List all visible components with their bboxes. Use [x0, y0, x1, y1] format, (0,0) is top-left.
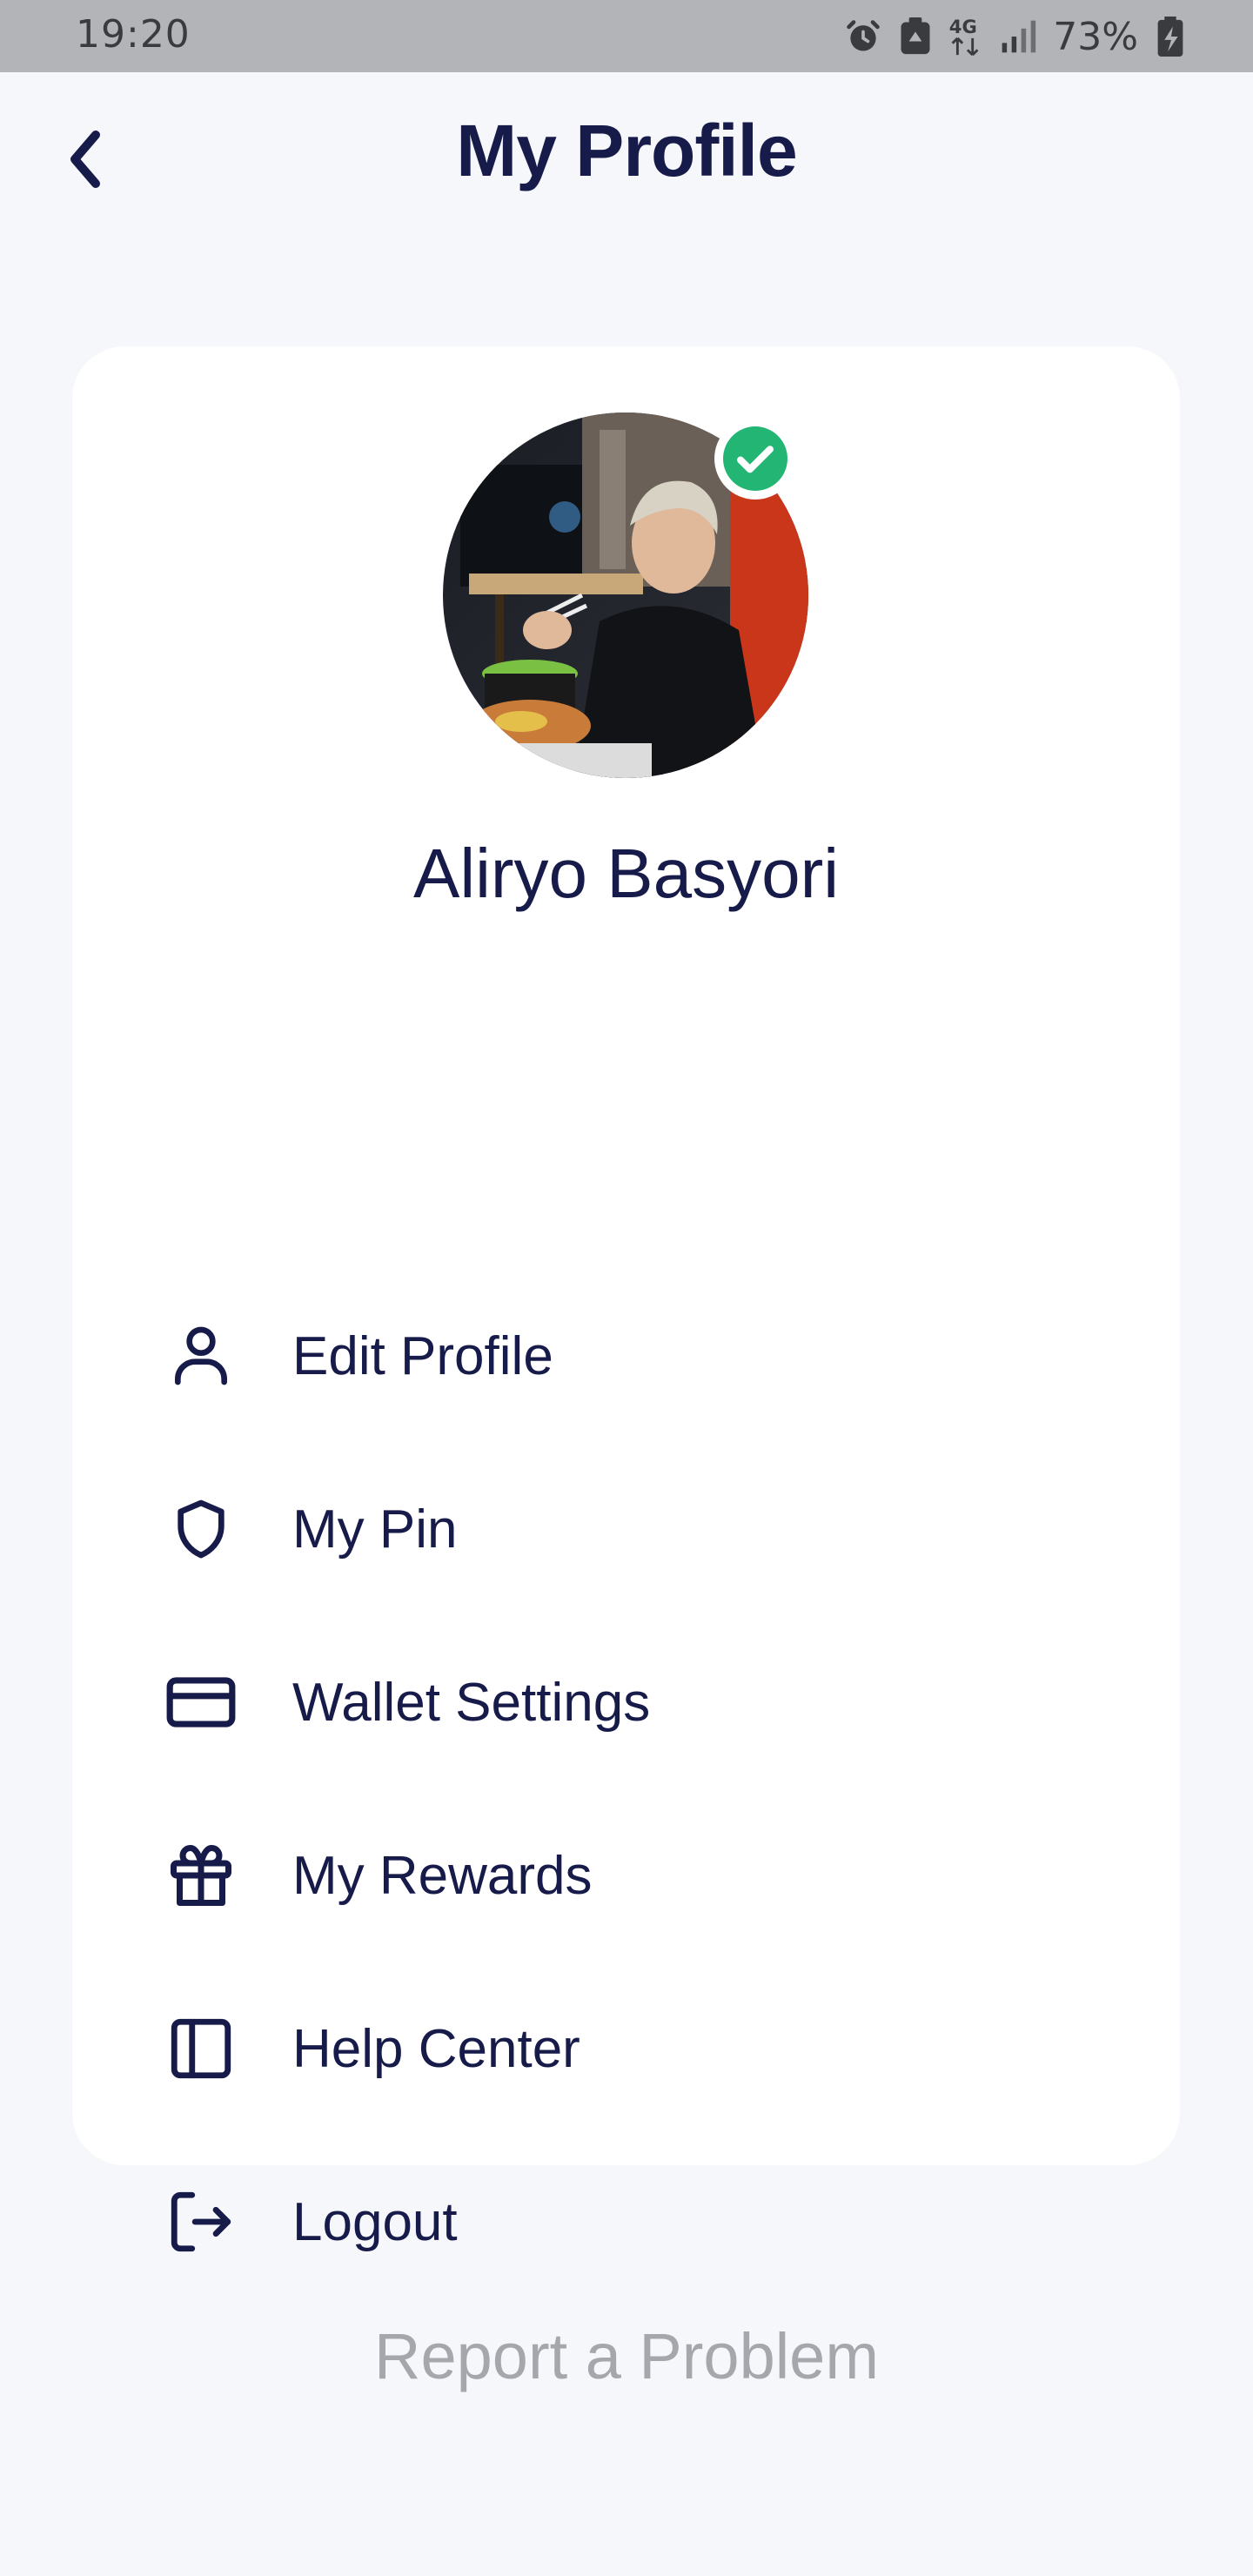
- menu-label: Wallet Settings: [292, 1672, 651, 1733]
- alarm-icon: [847, 20, 880, 51]
- status-icons: 4G 73%: [844, 12, 1183, 61]
- menu-label: Logout: [292, 2191, 458, 2252]
- avatar-container: [443, 413, 808, 778]
- sidebar-panel-icon: [157, 2005, 245, 2092]
- menu-label: My Pin: [292, 1499, 458, 1560]
- menu-label: Help Center: [292, 2018, 580, 2079]
- profile-card: Aliryo Basyori Edit Profile My Pin Walle…: [72, 346, 1180, 2252]
- menu-label: Edit Profile: [292, 1325, 553, 1386]
- network-4g-icon: 4G: [949, 16, 979, 57]
- status-bar: 19:20 4G 73%: [0, 0, 1253, 72]
- menu-item-my-rewards[interactable]: My Rewards: [72, 1806, 1180, 1945]
- check-circle-icon: [723, 426, 787, 491]
- verified-badge: [714, 418, 796, 500]
- gift-icon: [157, 1832, 245, 1919]
- recycle-icon: [901, 17, 930, 55]
- user-name: Aliryo Basyori: [412, 835, 840, 912]
- menu-item-edit-profile[interactable]: Edit Profile: [72, 1286, 1180, 1426]
- status-time: 19:20: [76, 12, 191, 57]
- report-problem-link[interactable]: Report a Problem: [0, 2319, 1253, 2393]
- header: My Profile: [0, 72, 1253, 246]
- page-title: My Profile: [456, 110, 797, 191]
- logout-icon: [157, 2178, 245, 2265]
- credit-card-icon: [157, 1659, 245, 1746]
- battery-charging-icon: [1157, 17, 1183, 57]
- shield-icon: [157, 1486, 245, 1573]
- menu-item-logout[interactable]: Logout: [72, 2152, 1180, 2291]
- menu-item-help-center[interactable]: Help Center: [72, 1979, 1180, 2118]
- signal-icon: [1002, 20, 1036, 53]
- menu-item-my-pin[interactable]: My Pin: [72, 1459, 1180, 1599]
- menu-label: My Rewards: [292, 1845, 593, 1906]
- svg-text:4G: 4G: [949, 16, 977, 37]
- menu-item-wallet-settings[interactable]: Wallet Settings: [72, 1633, 1180, 1772]
- user-icon: [157, 1312, 245, 1399]
- battery-percentage: 73%: [1053, 14, 1138, 59]
